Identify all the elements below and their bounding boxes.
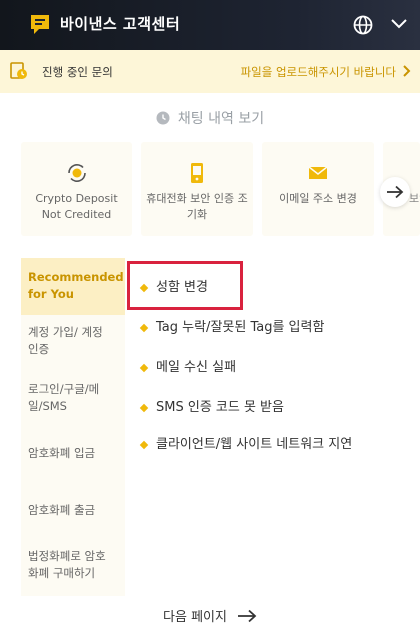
inquiry-notice-bar[interactable]: 진행 중인 문의 파일을 업로드해주시기 바랍니다 [0,50,420,93]
card-crypto-deposit[interactable]: Crypto Deposit Not Credited [21,142,132,236]
question-text: SMS 인증 코드 못 받음 [156,400,284,415]
inquiry-status-text: 진행 중인 문의 [42,65,113,79]
chevron-down-icon[interactable] [390,17,408,31]
card-label: Crypto Deposit Not Credited [35,192,118,221]
card-label: 이메일 주소 변경 [279,192,357,205]
sidebar-item-login[interactable]: 로그인/구글/메 일/SMS [21,381,125,415]
sidebar-item-label: Recommended [28,270,124,284]
sidebar-item-label: 로그인/구글/메 [28,382,100,396]
sidebar-item-crypto-withdrawal[interactable]: 암호화폐 출금 [21,502,125,519]
clock-icon [156,111,170,125]
sidebar-item-label: 법정화폐로 암호 [28,549,106,563]
envelope-icon [308,166,328,179]
sidebar-item-buy-crypto-fiat[interactable]: 법정화폐로 암호 화폐 구매하기 [21,548,125,582]
clock-document-icon [10,62,27,79]
diamond-bullet-icon [139,323,149,333]
sidebar-item-label: 암호화폐 입금 [28,446,96,460]
sidebar-item-account-signup[interactable]: 계정 가입/ 계정 인증 [21,324,125,358]
card-label: 휴대전화 보안 인증 조기화 [146,192,248,221]
chat-history-label: 채팅 내역 보기 [177,111,265,127]
faq-panel: Recommended for You 계정 가입/ 계정 인증 로그인/구글/… [21,258,407,596]
chat-logo-icon [31,15,49,34]
sidebar-item-crypto-deposit[interactable]: 암호화폐 입금 [21,445,125,462]
question-text: 메일 수신 실패 [156,360,237,375]
question-item-email-not-received[interactable]: 메일 수신 실패 [139,358,237,377]
question-item-sms-code[interactable]: SMS 인증 코드 못 받음 [139,398,284,417]
diamond-bullet-icon [139,440,149,450]
globe-icon[interactable] [353,15,373,35]
next-page-label: 다음 페이지 [163,610,227,625]
sidebar-item-label: 계정 가입/ 계정 [28,325,103,339]
arrow-right-icon [387,185,404,199]
chevron-right-icon[interactable] [402,65,411,77]
question-item-tag-missing[interactable]: Tag 누락/잘못된 Tag를 입력함 [139,318,325,337]
diamond-bullet-icon [139,283,149,293]
sidebar-item-label: 화폐 구매하기 [28,566,96,580]
coin-refresh-icon [67,163,86,183]
question-list: 성함 변경 Tag 누락/잘못된 Tag를 입력함 메일 수신 실패 SMS 인… [125,258,407,596]
chat-history-link[interactable]: 채팅 내역 보기 [0,108,420,128]
card-change-email[interactable]: 이메일 주소 변경 [262,142,374,236]
upload-file-link[interactable]: 파일을 업로드해주시기 바랍니다 [241,64,396,80]
question-text: Tag 누락/잘못된 Tag를 입력함 [156,320,325,335]
question-text: 클라이언트/웹 사이트 네트워크 지연 [156,437,353,452]
sidebar-item-label: 암호화폐 출금 [28,503,96,517]
next-page-button[interactable]: 다음 페이지 [0,606,420,630]
question-text: 성함 변경 [156,280,208,295]
arrow-right-icon [237,609,257,622]
question-item-name-change[interactable]: 성함 변경 [139,278,208,297]
card-phone-security-reset[interactable]: 휴대전화 보안 인증 조기화 [141,142,253,236]
sidebar-item-label: for You [28,287,74,301]
sidebar-item-label: 인증 [28,342,50,356]
category-sidebar: Recommended for You 계정 가입/ 계정 인증 로그인/구글/… [21,258,125,596]
card-label: 보안 [409,192,420,205]
sidebar-item-label: 일/SMS [28,399,67,413]
app-header: 바이낸스 고객센터 [0,0,420,50]
sidebar-item-recommended[interactable]: Recommended for You [21,258,125,315]
question-item-network-delay[interactable]: 클라이언트/웹 사이트 네트워크 지연 [139,435,403,454]
app-title: 바이낸스 고객센터 [60,15,181,33]
quick-topic-cards: Crypto Deposit Not Credited 휴대전화 보안 인증 조… [0,142,420,236]
diamond-bullet-icon [139,363,149,373]
carousel-next-button[interactable] [380,177,410,207]
diamond-bullet-icon [139,403,149,413]
phone-icon [191,163,203,183]
